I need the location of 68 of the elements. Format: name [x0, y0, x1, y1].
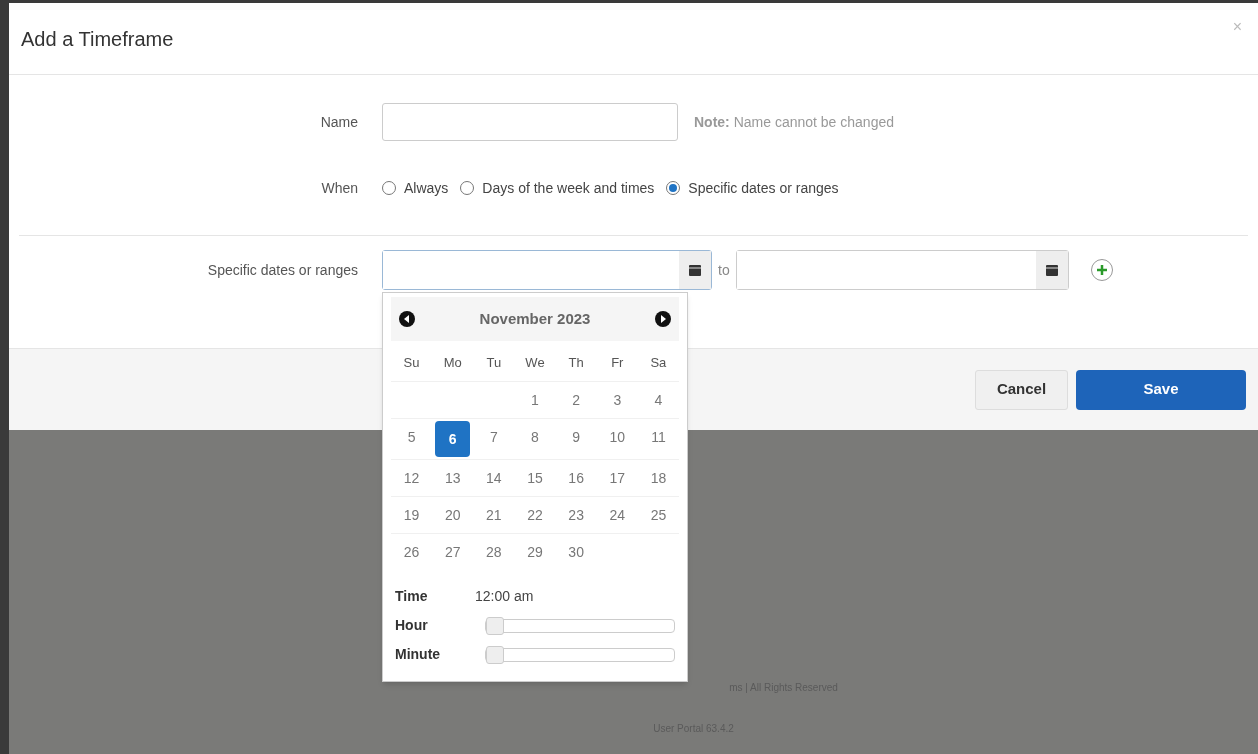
time-value: 12:00 am	[475, 587, 534, 606]
day-cell[interactable]: 23	[555, 497, 597, 533]
day-cell[interactable]: 3	[596, 382, 638, 418]
field-label: Name	[319, 112, 358, 132]
caret-icon	[660, 315, 666, 323]
day-cell[interactable]: 12	[391, 460, 433, 496]
day-cell[interactable]: 10	[596, 419, 638, 455]
radio-option[interactable]: Days of the week and times	[460, 177, 655, 199]
caret-icon	[404, 315, 410, 323]
radio-option[interactable]: Specific dates or ranges	[666, 177, 839, 199]
field-label: When	[320, 178, 358, 198]
day-cell[interactable]: 20	[432, 497, 474, 533]
day-cell[interactable]: 19	[391, 497, 433, 533]
calendar-icon	[1045, 264, 1058, 276]
slider-label: Hour	[395, 616, 429, 635]
day-cell[interactable]: 16	[555, 460, 597, 496]
radio-option[interactable]: Always	[382, 177, 449, 199]
calendar-icon	[689, 264, 701, 276]
weekday-label: Th	[567, 354, 585, 373]
weekday-label: Sa	[649, 354, 668, 373]
day-cell[interactable]: 24	[596, 497, 638, 533]
day-cell[interactable]: 26	[391, 534, 433, 570]
day-cell[interactable]: 7	[473, 419, 515, 455]
field-label: Specific dates or ranges	[206, 260, 358, 280]
next-month-button[interactable]	[655, 311, 671, 327]
day-cell[interactable]: 14	[473, 460, 515, 496]
plus-icon	[1095, 264, 1108, 276]
day-cell[interactable]: 25	[637, 497, 679, 533]
day-cell[interactable]: 1	[514, 382, 556, 418]
range-separator: to	[718, 260, 730, 280]
day-cell[interactable]: 15	[514, 460, 556, 496]
weekday-label: We	[524, 354, 546, 373]
slider-thumb[interactable]	[486, 645, 504, 664]
time-label: Time	[395, 587, 429, 606]
day-cell[interactable]: 8	[514, 419, 556, 455]
day-cell[interactable]: 29	[514, 534, 556, 570]
radio-button[interactable]	[666, 181, 681, 195]
month-title: November 2023	[479, 308, 591, 329]
day-cell[interactable]: 13	[432, 460, 474, 496]
day-cell[interactable]: 27	[432, 534, 474, 570]
time-slider[interactable]	[485, 618, 675, 633]
save-button[interactable]: Save	[1076, 369, 1246, 410]
day-cell[interactable]: 22	[514, 497, 556, 533]
weekday-label: Tu	[485, 354, 503, 373]
day-cell[interactable]: 18	[637, 460, 679, 496]
cancel-button[interactable]: Cancel	[975, 369, 1068, 410]
day-cell[interactable]: 30	[555, 534, 597, 570]
day-cell[interactable]: 11	[637, 419, 679, 455]
field-note: Note: Name cannot be changed	[694, 112, 894, 132]
day-cell[interactable]: 21	[473, 497, 515, 533]
weekday-label: Su	[402, 354, 421, 373]
day-cell[interactable]: 5	[391, 419, 433, 455]
slider-label: Minute	[395, 645, 442, 664]
day-cell[interactable]: 2	[555, 382, 597, 418]
weekday-label: Fr	[610, 354, 625, 373]
previous-month-button[interactable]	[399, 311, 415, 327]
radio-button[interactable]	[382, 181, 396, 195]
day-cell[interactable]: 4	[637, 382, 679, 418]
day-cell[interactable]: 28	[473, 534, 515, 570]
weekday-label: Mo	[442, 354, 463, 373]
radio-button[interactable]	[460, 181, 475, 195]
name-input[interactable]	[382, 103, 678, 141]
day-cell[interactable]: 6	[435, 421, 471, 457]
time-slider[interactable]	[485, 647, 675, 662]
day-cell[interactable]: 17	[596, 460, 638, 496]
day-cell[interactable]: 9	[555, 419, 597, 455]
slider-thumb[interactable]	[486, 616, 504, 635]
dialog-title: Add a Timeframe	[21, 26, 174, 52]
